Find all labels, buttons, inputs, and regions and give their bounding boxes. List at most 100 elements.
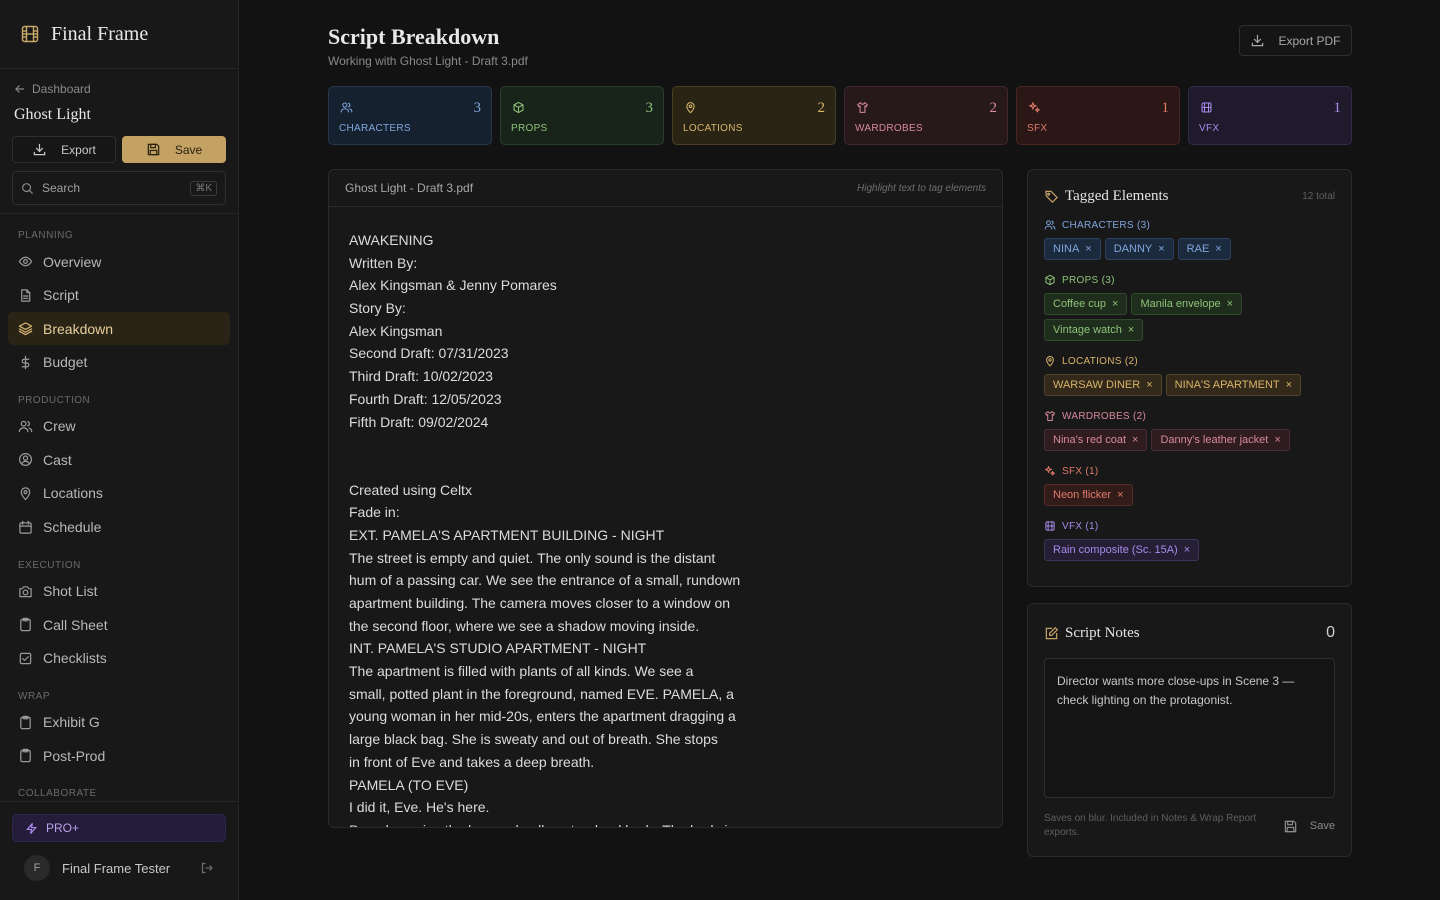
- stat-count: 2: [989, 100, 998, 116]
- remove-tag-icon[interactable]: ×: [1184, 544, 1190, 556]
- remove-tag-icon[interactable]: ×: [1117, 489, 1123, 501]
- script-notes-title: Script Notes: [1044, 625, 1140, 642]
- script-line: Fifth Draft: 09/02/2024: [349, 413, 489, 430]
- sidebar-item-label: Overview: [43, 253, 102, 270]
- sidebar-item-budget[interactable]: Budget: [8, 346, 230, 379]
- map-pin-icon: [1046, 356, 1054, 367]
- page-title: Script Breakdown: [328, 24, 500, 49]
- logout-icon[interactable]: [200, 861, 214, 875]
- tagged-total: 12 total: [1302, 190, 1335, 202]
- tag-chip[interactable]: Neon flicker ×: [1044, 484, 1133, 506]
- export-button[interactable]: Export: [12, 136, 116, 163]
- sidebar-item-breakdown[interactable]: Breakdown: [8, 312, 230, 346]
- user-name: Final Frame Tester: [62, 860, 171, 876]
- save-button[interactable]: Save: [122, 136, 226, 163]
- tag-chip[interactable]: WARSAW DINER ×: [1044, 374, 1162, 396]
- tag-chip[interactable]: Nina's red coat ×: [1044, 429, 1148, 451]
- tag-chip[interactable]: Vintage watch ×: [1044, 319, 1144, 341]
- tag-chip[interactable]: NINA'S APARTMENT ×: [1165, 374, 1302, 396]
- sidebar-item-exhibit-g[interactable]: Exhibit G: [8, 706, 230, 739]
- remove-tag-icon[interactable]: ×: [1158, 243, 1164, 255]
- remove-tag-icon[interactable]: ×: [1274, 434, 1280, 446]
- sidebar-item-locations[interactable]: Locations: [8, 477, 230, 510]
- remove-tag-icon[interactable]: ×: [1146, 379, 1152, 391]
- stat-card-props[interactable]: 3 PROPS: [500, 86, 664, 145]
- avatar[interactable]: F: [24, 855, 50, 881]
- document-icon: [21, 288, 31, 302]
- stat-label: PROPS: [511, 123, 548, 134]
- script-line: in front of Eve and takes a deep breath.: [349, 753, 595, 770]
- script-line: Third Draft: 10/02/2023: [349, 368, 493, 385]
- tag-group-label: LOCATIONS (2): [1044, 355, 1335, 367]
- brand[interactable]: Final Frame: [0, 0, 238, 69]
- eye-icon: [18, 256, 33, 267]
- sidebar-item-shot-list[interactable]: Shot List: [8, 575, 230, 608]
- notes-save-button[interactable]: Save: [1283, 819, 1335, 834]
- sidebar-item-label: Exhibit G: [43, 714, 100, 731]
- remove-tag-icon[interactable]: ×: [1132, 434, 1138, 446]
- tag-chip-label: Coffee cup: [1053, 298, 1107, 310]
- remove-tag-icon[interactable]: ×: [1286, 379, 1292, 391]
- tag-chip[interactable]: Rain composite (Sc. 15A) ×: [1044, 539, 1200, 561]
- tag-chip-label: Danny's leather jacket: [1160, 434, 1269, 446]
- tag-chip[interactable]: NINA ×: [1044, 238, 1101, 260]
- export-pdf-button[interactable]: Export PDF: [1239, 25, 1352, 56]
- tag-chip[interactable]: DANNY ×: [1104, 238, 1174, 260]
- sidebar-item-label: Script: [43, 287, 79, 304]
- script-line: The street is empty and quiet. The only …: [349, 549, 716, 566]
- remove-tag-icon[interactable]: ×: [1227, 298, 1233, 310]
- script-line: Written By:: [349, 254, 418, 271]
- tag-group-locations: LOCATIONS (2) WARSAW DINER × NINA'S APARTME…: [1044, 355, 1335, 396]
- sidebar-item-script[interactable]: Script: [8, 279, 230, 312]
- tag-icon: [1045, 190, 1058, 203]
- users-icon: [18, 420, 33, 433]
- nav-section-label: PRODUCTION: [18, 394, 91, 406]
- script-text[interactable]: AWAKENING Written By: Alex Kingsman & Jenn…: [329, 207, 1002, 827]
- sidebar-item-call-sheet[interactable]: Call Sheet: [8, 608, 230, 641]
- remove-tag-icon[interactable]: ×: [1128, 324, 1134, 336]
- camera-icon: [19, 585, 32, 597]
- sidebar-item-schedule[interactable]: Schedule: [8, 511, 230, 544]
- script-line: Alex Kingsman: [349, 322, 443, 339]
- sparkle-icon: [1029, 102, 1040, 113]
- sidebar-item-post-prod[interactable]: Post-Prod: [8, 739, 230, 772]
- sidebar-item-crew[interactable]: Crew: [8, 410, 230, 443]
- notes-textarea[interactable]: Director wants more close-ups in Scene 3…: [1044, 658, 1335, 798]
- notes-help-text: Saves on blur. Included in Notes & Wrap …: [1044, 813, 1257, 838]
- script-line: INT. PAMELA'S STUDIO APARTMENT - NIGHT: [349, 640, 647, 657]
- tag-chip[interactable]: RAE ×: [1177, 238, 1231, 260]
- script-line: The apartment is filled with plants of a…: [349, 663, 694, 680]
- stat-card-locations[interactable]: 2 LOCATIONS: [672, 86, 836, 145]
- tag-chip[interactable]: Manila envelope ×: [1131, 293, 1243, 315]
- tag-chip[interactable]: Danny's leather jacket ×: [1151, 429, 1290, 451]
- sidebar-nav: PLANNING Overview Script Breakdown Budget PRO…: [0, 214, 238, 900]
- project-name: Ghost Light: [14, 106, 91, 123]
- export-pdf-label: Export PDF: [1278, 33, 1341, 48]
- stat-card-sfx[interactable]: 1 SFX: [1016, 86, 1180, 145]
- script-line: PAMELA (TO EVE): [349, 776, 469, 793]
- stat-count: 2: [817, 100, 826, 116]
- stat-card-vfx[interactable]: 1 VFX: [1188, 86, 1352, 145]
- tag-chip[interactable]: Coffee cup ×: [1044, 293, 1128, 315]
- tag-chip-label: Vintage watch: [1053, 324, 1122, 336]
- tag-group-label-text: SFX (1): [1062, 465, 1099, 477]
- tag-group-label-text: PROPS (3): [1062, 274, 1115, 286]
- stat-card-characters[interactable]: 3 CHARACTERS: [328, 86, 492, 145]
- stat-label: WARDROBES: [855, 123, 923, 134]
- sidebar-item-cast[interactable]: Cast: [8, 443, 230, 476]
- sidebar-item-checklists[interactable]: Checklists: [8, 642, 230, 675]
- back-to-dashboard-link[interactable]: Dashboard: [14, 81, 226, 97]
- remove-tag-icon[interactable]: ×: [1085, 243, 1091, 255]
- shirt-icon: [857, 102, 868, 113]
- stat-card-wardrobes[interactable]: 2 WARDROBES: [844, 86, 1008, 145]
- box-icon: [1045, 274, 1055, 286]
- sidebar-item-overview[interactable]: Overview: [8, 245, 230, 278]
- remove-tag-icon[interactable]: ×: [1215, 243, 1221, 255]
- script-line: Fade in:: [349, 504, 400, 521]
- pro-upgrade-button[interactable]: PRO+: [12, 814, 226, 842]
- tag-chip-label: Manila envelope: [1140, 298, 1221, 310]
- remove-tag-icon[interactable]: ×: [1112, 298, 1118, 310]
- sidebar-item-label: Crew: [43, 418, 76, 435]
- search-input[interactable]: Search ⌘K: [12, 171, 226, 205]
- sidebar-item-label: Checklists: [43, 650, 107, 667]
